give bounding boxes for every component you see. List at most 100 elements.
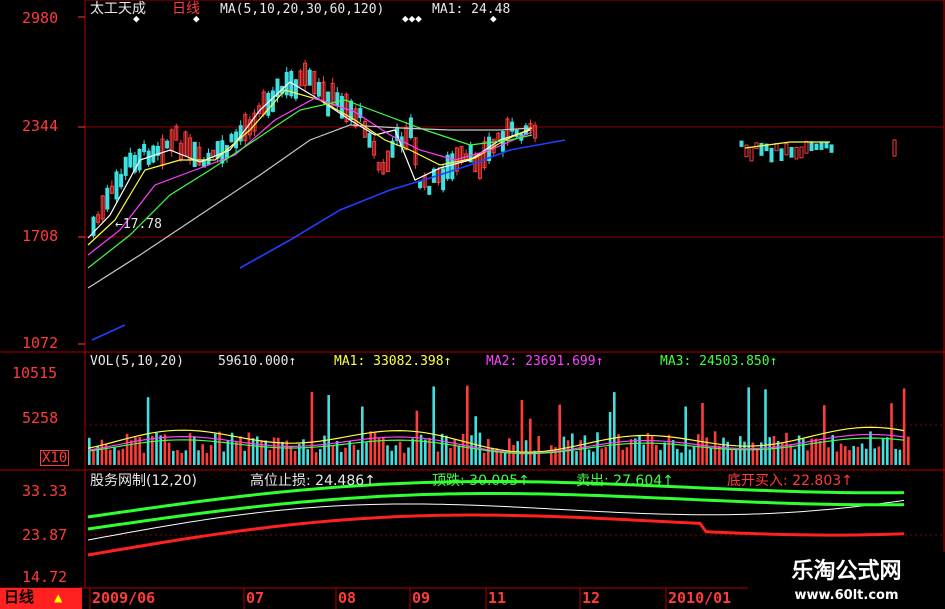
- volume-bar-131: [646, 433, 650, 465]
- candle-body-last: [892, 139, 897, 157]
- volume-bar-42: [264, 440, 267, 465]
- volume-bar-24: [188, 433, 192, 465]
- volume-bar-103: [520, 400, 524, 465]
- volume-bar-60: [340, 451, 343, 465]
- volume-bar-82: [432, 386, 435, 465]
- volume-bar-144: [701, 402, 704, 465]
- volume-bar-121: [604, 446, 608, 465]
- chart-canvas[interactable]: ◆ ◆ ◆◆◆ ◆: [0, 0, 945, 609]
- candle-body-110: [804, 140, 809, 154]
- volume-bar-180: [852, 445, 855, 465]
- volume-bar-77: [411, 438, 414, 465]
- indicator-axis-label-bottom: 14.72: [22, 568, 68, 586]
- volume-bar-65: [361, 406, 364, 465]
- candle-body-78: [450, 153, 455, 180]
- volume-bar-99: [503, 452, 507, 465]
- period-tab[interactable]: 日线 ▲: [0, 588, 82, 609]
- volume-bar-153: [739, 436, 742, 465]
- volume-bar-146: [709, 447, 713, 465]
- volume-bar-182: [860, 443, 864, 465]
- candle-body-98: [744, 144, 749, 158]
- volume-bar-1: [92, 449, 95, 465]
- candle-body-53: [335, 92, 340, 107]
- x-date-5: 11: [488, 589, 507, 607]
- volume-axis-label-top: 10515: [12, 364, 58, 382]
- candle-body-38: [266, 92, 271, 116]
- volume-bar-83: [436, 451, 440, 465]
- volume-bar-151: [730, 448, 734, 465]
- volume-bar-63: [352, 444, 356, 465]
- volume-bar-23: [184, 450, 188, 465]
- volume-bar-125: [621, 449, 624, 465]
- volume-bar-94: [482, 452, 486, 465]
- candle-body-97: [739, 140, 744, 147]
- volume-bar-116: [583, 435, 587, 465]
- volume-bar-126: [625, 447, 629, 465]
- volume-bar-134: [659, 450, 662, 465]
- price-axis-label-3: 1708: [22, 227, 59, 245]
- price-axis-label-bottom: 1072: [22, 334, 59, 352]
- volume-bar-187: [881, 438, 885, 465]
- candle-body-114: [824, 141, 829, 149]
- volume-bar-14: [146, 397, 150, 465]
- volume-bar-74: [398, 441, 402, 465]
- volume-bar-48: [289, 446, 293, 465]
- volume-bar-32: [222, 451, 225, 465]
- volume-bar-67: [369, 431, 372, 465]
- candle-body-109: [799, 146, 804, 159]
- candle-body-73: [427, 185, 432, 195]
- volume-bar-70: [382, 438, 385, 465]
- x-date-4: 09: [412, 589, 431, 607]
- ma-params: MA(5,10,20,30,60,120): [220, 2, 385, 17]
- volume-bar-37: [243, 450, 246, 465]
- candle-body-49: [316, 82, 321, 97]
- volume-bar-55: [319, 449, 322, 465]
- volume-bar-141: [688, 449, 692, 465]
- volume-bar-53: [310, 391, 314, 465]
- volume-bar-75: [403, 452, 406, 465]
- candle-body-71: [418, 180, 423, 189]
- volume-bar-164: [785, 432, 788, 465]
- indicator-sell: 卖出: 27.604↑: [576, 473, 674, 489]
- candle-body-47: [307, 69, 312, 86]
- candle-body-112: [814, 143, 819, 151]
- volume-value: 59610.000↑: [218, 354, 297, 369]
- warning-icon[interactable]: ▲: [54, 591, 62, 605]
- volume-bar-41: [260, 440, 263, 465]
- volume-bar-80: [424, 439, 427, 465]
- volume-bar-124: [617, 434, 620, 465]
- candle-body-76: [441, 168, 446, 191]
- volume-bar-98: [499, 452, 503, 465]
- volume-bar-101: [512, 444, 515, 465]
- indicator-top: 顶跌: 30.005↑: [432, 473, 530, 489]
- candle-body-44: [293, 79, 298, 99]
- volume-bar-119: [596, 432, 599, 465]
- stock-name: 太工天成: [90, 1, 146, 17]
- volume-bar-39: [251, 438, 255, 465]
- x-date-1: 2009/06: [92, 589, 156, 607]
- volume-bar-73: [394, 445, 398, 465]
- candle-body-69: [408, 117, 413, 139]
- volume-bar-13: [142, 452, 146, 465]
- volume-bar-15: [151, 435, 154, 465]
- candle-body-3: [105, 187, 110, 210]
- x-date-7: 2010/01: [668, 589, 732, 607]
- candle-body-22: [192, 141, 197, 168]
- volume-bar-193: [907, 436, 910, 465]
- volume-bar-114: [575, 451, 578, 465]
- indicator-stop-loss: 高位止损: 24.486↑: [250, 473, 376, 489]
- volume-bar-123: [613, 392, 616, 465]
- volume-bar-110: [558, 404, 561, 465]
- candle-body-11: [142, 143, 147, 152]
- volume-bar-152: [734, 450, 738, 465]
- ma1-readout: MA1: 24.48: [432, 2, 511, 17]
- volume-bar-86: [449, 448, 452, 465]
- price-axis-label-2: 2344: [22, 117, 59, 135]
- volume-bar-174: [827, 447, 830, 465]
- volume-bar-35: [235, 441, 238, 465]
- volume-bar-139: [680, 452, 683, 465]
- volume-bar-76: [407, 447, 410, 465]
- volume-bar-66: [365, 442, 368, 465]
- volume-bar-135: [663, 442, 666, 465]
- volume-bar-154: [743, 441, 746, 465]
